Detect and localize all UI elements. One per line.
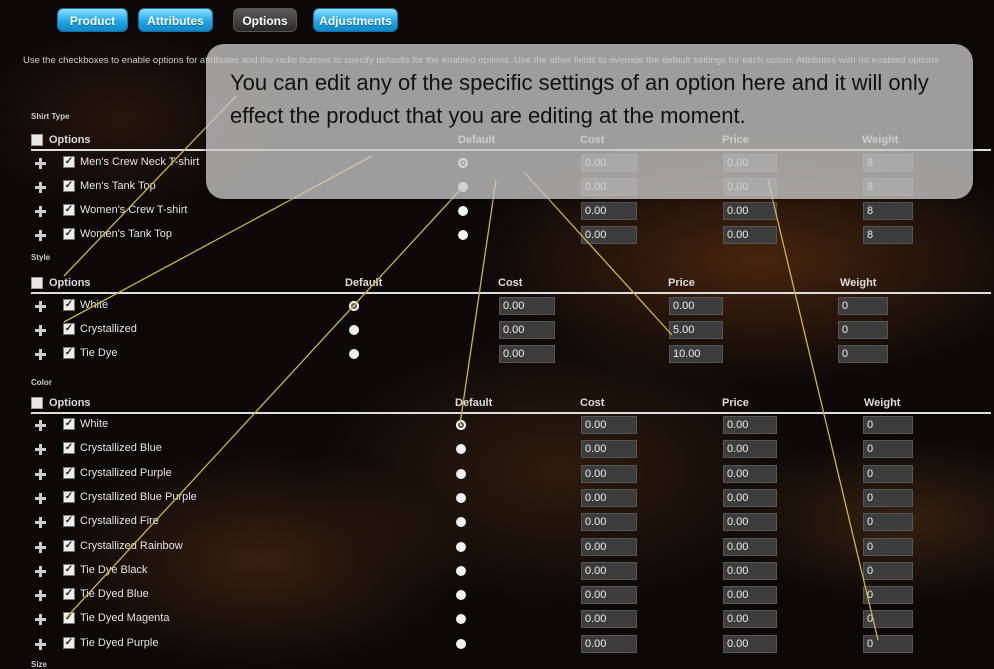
pointer-line xyxy=(459,179,497,425)
help-callout: You can edit any of the specific setting… xyxy=(206,44,973,199)
callout-text: You can edit any of the specific setting… xyxy=(230,70,929,128)
pointer-line xyxy=(767,179,879,641)
pointer-line xyxy=(65,187,463,619)
